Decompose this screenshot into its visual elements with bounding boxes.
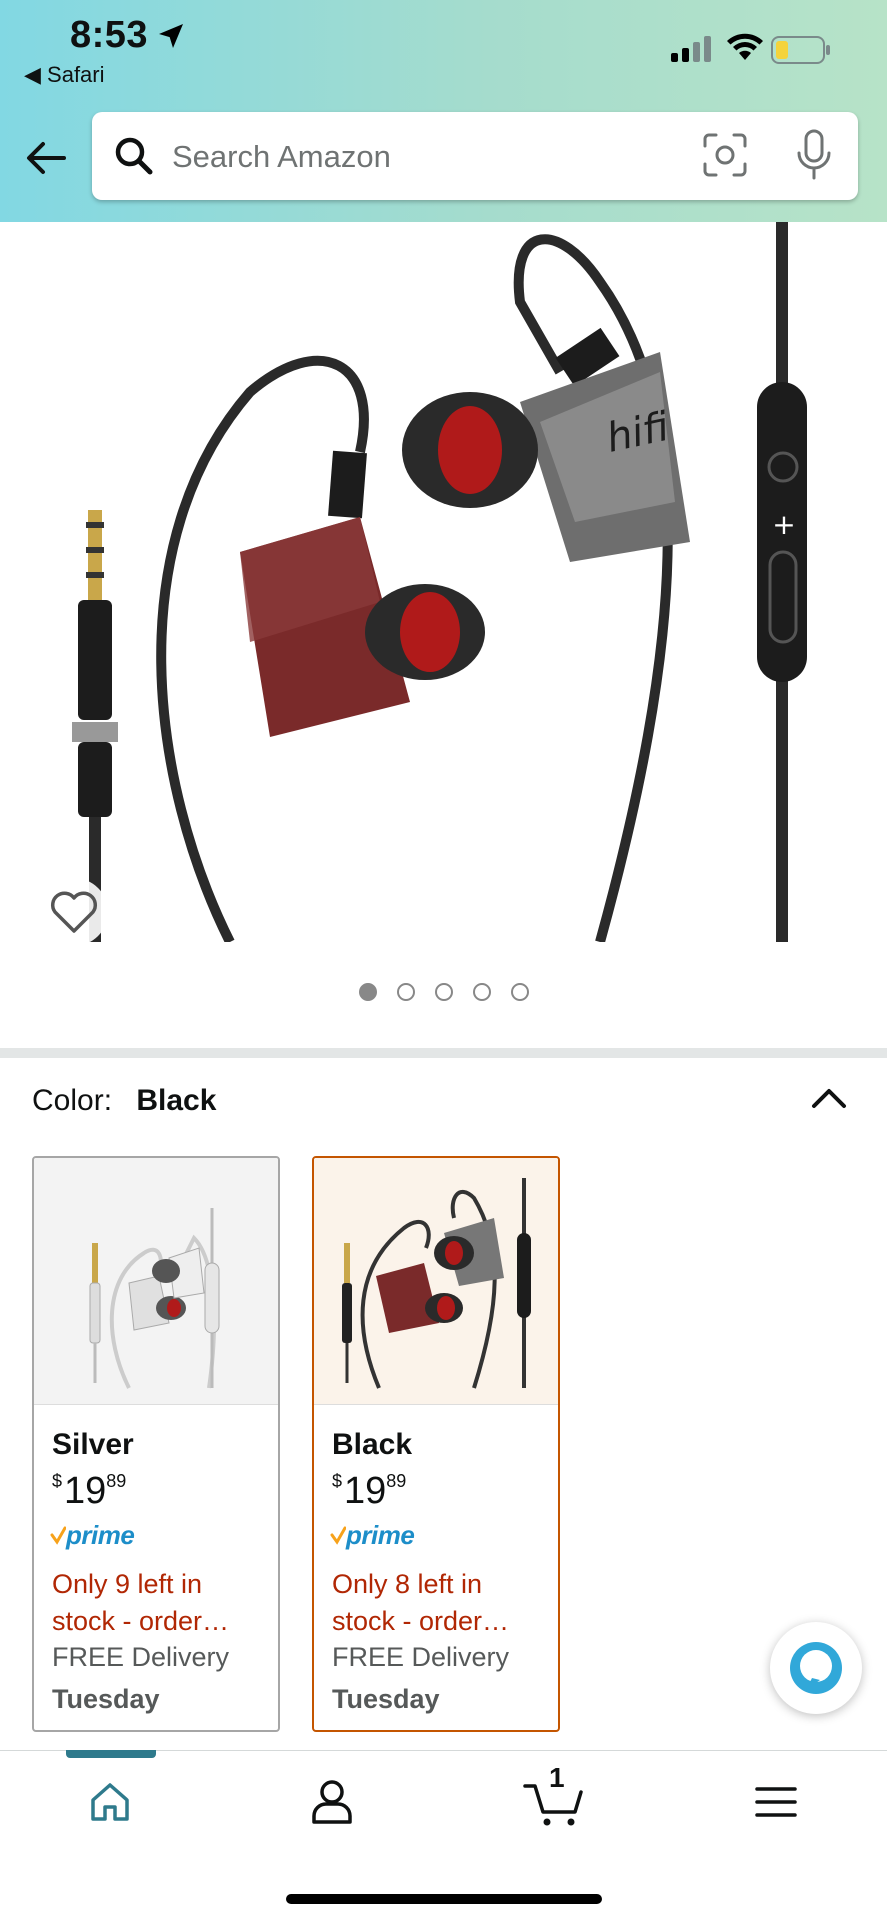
- selected-color: Black: [136, 1084, 217, 1117]
- swatch-name: Silver: [52, 1428, 134, 1461]
- search-icon: [115, 137, 153, 175]
- alexa-button[interactable]: [770, 1622, 862, 1714]
- cart-count-badge: 1: [549, 1762, 565, 1793]
- delivery-text: FREE Delivery: [52, 1642, 230, 1672]
- carousel-dot[interactable]: [434, 983, 453, 1001]
- delivery-day: Tuesday: [332, 1684, 440, 1714]
- nav-account[interactable]: [292, 1770, 372, 1834]
- stock-warning: Only 9 left in stock - order…: [52, 1569, 230, 1636]
- prime-check-icon: [330, 1526, 346, 1545]
- carousel-dot[interactable]: [396, 983, 415, 1001]
- alexa-icon: [790, 1642, 842, 1694]
- prime-check-icon: [50, 1526, 66, 1545]
- earphones-image: + hifi: [72, 222, 807, 945]
- swatch-black[interactable]: Black $1989 prime Only 8 left in stock -…: [312, 1156, 560, 1732]
- svg-text:+: +: [772, 508, 795, 541]
- nav-home[interactable]: [70, 1770, 150, 1834]
- location-arrow-icon: [159, 24, 183, 48]
- carousel-dot[interactable]: [472, 983, 491, 1001]
- swatch-price: $1989: [332, 1470, 406, 1513]
- swatch-silver[interactable]: Silver $1989 prime Only 9 left in stock …: [32, 1156, 280, 1732]
- image-carousel-dots: [0, 983, 887, 1005]
- wishlist-button[interactable]: [40, 878, 108, 946]
- price-currency: $: [332, 1471, 343, 1491]
- back-to-safari-link[interactable]: ◀ Safari: [24, 62, 105, 88]
- silver-earphones-thumbnail: [89, 1208, 220, 1389]
- price-fraction: 89: [106, 1471, 127, 1491]
- price-whole: 19: [344, 1470, 387, 1512]
- nav-menu[interactable]: [736, 1770, 816, 1834]
- camera-search-icon[interactable]: [702, 132, 748, 178]
- section-divider: [0, 1048, 887, 1058]
- chevron-up-icon[interactable]: [808, 1082, 850, 1112]
- color-selector-header: Color: Black: [32, 1084, 216, 1118]
- cellular-signal-icon: [671, 36, 711, 62]
- carousel-dot[interactable]: [358, 983, 377, 1001]
- price-currency: $: [52, 1471, 63, 1491]
- product-image[interactable]: + hifi: [0, 222, 887, 945]
- color-label: Color:: [32, 1084, 113, 1117]
- heart-icon: [50, 891, 98, 933]
- home-indicator: [286, 1894, 602, 1904]
- swatch-thumbnail: [314, 1158, 558, 1405]
- price-fraction: 89: [386, 1471, 407, 1491]
- home-icon: [91, 1783, 129, 1821]
- black-earphones-thumbnail: [342, 1178, 531, 1389]
- delivery-text: FREE Delivery: [332, 1642, 510, 1672]
- prime-text: prime: [66, 1519, 135, 1550]
- nav-cart[interactable]: 1: [515, 1762, 595, 1834]
- microphone-icon[interactable]: [794, 128, 834, 182]
- stock-warning: Only 8 left in stock - order…: [332, 1569, 510, 1636]
- swatch-thumbnail: [34, 1158, 278, 1405]
- prime-badge: prime: [50, 1519, 135, 1550]
- swatch-price: $1989: [52, 1470, 126, 1513]
- wifi-icon: [727, 33, 763, 60]
- battery-icon: [771, 36, 830, 64]
- swatch-name: Black: [332, 1428, 413, 1461]
- back-arrow-icon: [27, 142, 66, 174]
- search-bar[interactable]: [92, 112, 858, 200]
- active-tab-indicator: [66, 1750, 156, 1758]
- search-input[interactable]: [170, 132, 674, 182]
- account-icon: [312, 1780, 352, 1824]
- back-button[interactable]: [22, 136, 70, 180]
- status-time: 8:53: [70, 14, 149, 56]
- menu-icon: [755, 1787, 797, 1817]
- price-whole: 19: [64, 1470, 107, 1512]
- app-header: 8:53 ◀ Safari: [0, 0, 887, 222]
- prime-text: prime: [346, 1519, 415, 1550]
- prime-badge: prime: [330, 1519, 415, 1550]
- delivery-day: Tuesday: [52, 1684, 160, 1714]
- carousel-dot[interactable]: [510, 983, 529, 1001]
